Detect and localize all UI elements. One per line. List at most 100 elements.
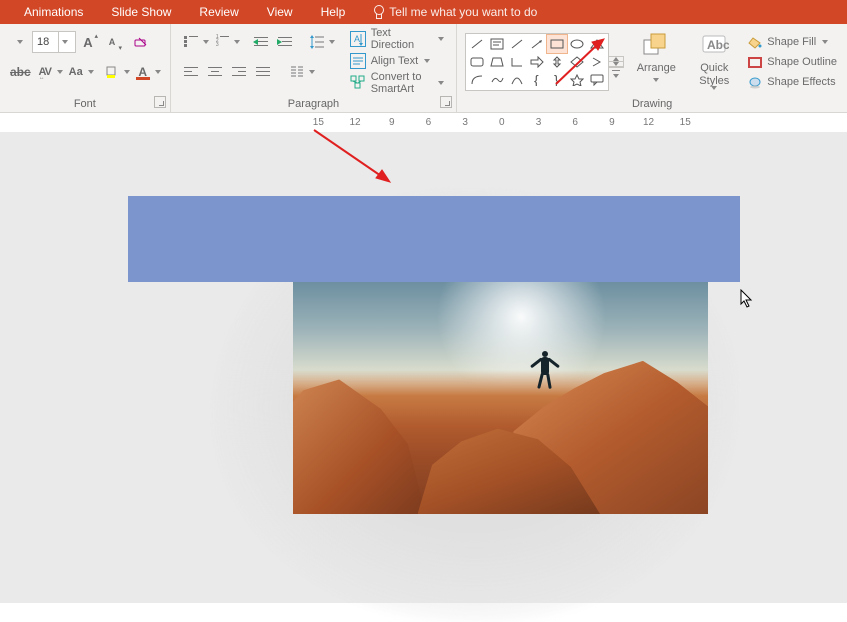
font-size-dropdown-icon[interactable] [62, 32, 69, 52]
shape-fill-button[interactable]: Shape Fill [746, 32, 839, 52]
align-text-dropdown[interactable] [423, 51, 430, 71]
quick-styles-icon: Abc [699, 30, 729, 60]
arrange-label: Arrange [637, 62, 676, 75]
character-spacing-button[interactable]: AV↔ [34, 61, 56, 83]
group-label-paragraph: Paragraph [171, 98, 457, 110]
increase-indent-button[interactable] [274, 31, 296, 53]
shape-outline-icon [748, 57, 762, 68]
mouse-cursor-icon [740, 289, 754, 309]
smartart-icon [350, 75, 366, 92]
shape-arrow-right[interactable] [527, 53, 547, 71]
slide-image[interactable] [293, 282, 708, 514]
ruler-tick: 3 [447, 113, 484, 133]
ribbon: 18 A▴ A▾ abc AV↔ Aa A Font 123 [0, 24, 847, 113]
shape-trapezoid[interactable] [487, 53, 507, 71]
numbering-dropdown[interactable] [234, 32, 241, 52]
columns-button[interactable] [286, 61, 308, 83]
bullets-button[interactable] [180, 31, 202, 53]
annotation-arrow-shape-gallery [550, 38, 610, 88]
shape-effects-label: Shape Effects [767, 76, 835, 88]
arrange-button[interactable]: Arrange [630, 28, 682, 96]
font-color-dropdown[interactable] [155, 62, 162, 82]
align-left-button[interactable] [180, 61, 202, 83]
smartart-dropdown[interactable] [438, 73, 444, 93]
change-case-button[interactable]: Aa [65, 61, 87, 83]
tell-me-search[interactable]: Tell me what you want to do [359, 5, 551, 19]
group-font: 18 A▴ A▾ abc AV↔ Aa A Font [0, 24, 171, 112]
shape-effects-button[interactable]: Shape Effects [746, 72, 839, 92]
bullets-icon [184, 36, 198, 48]
ruler-tick: 6 [410, 113, 447, 133]
shape-freeform[interactable] [487, 71, 507, 89]
shape-rounded-rect[interactable] [467, 53, 487, 71]
text-direction-button[interactable]: A Text Direction [346, 28, 449, 50]
align-center-icon [208, 66, 222, 78]
text-direction-icon: A [350, 31, 366, 47]
justify-button[interactable] [252, 61, 274, 83]
font-color-button[interactable]: A [132, 61, 154, 83]
decrease-indent-button[interactable] [250, 31, 272, 53]
quick-styles-button[interactable]: Abc Quick Styles [688, 28, 740, 96]
shapes-gallery-scrollbar[interactable] [609, 56, 624, 68]
change-case-dropdown[interactable] [88, 62, 95, 82]
arrange-dropdown[interactable] [653, 75, 660, 85]
group-paragraph: 123 [171, 24, 458, 112]
group-label-drawing: Drawing [457, 98, 847, 110]
align-center-button[interactable] [204, 61, 226, 83]
tab-review[interactable]: Review [185, 0, 252, 24]
shape-line[interactable] [467, 35, 487, 53]
clear-formatting-button[interactable] [130, 31, 152, 53]
ribbon-tabstrip: Animations Slide Show Review View Help T… [0, 0, 847, 24]
bullets-dropdown[interactable] [203, 32, 210, 52]
shape-line2[interactable] [507, 35, 527, 53]
tab-view[interactable]: View [253, 0, 307, 24]
increase-indent-icon [278, 36, 292, 48]
svg-text:A: A [354, 34, 360, 44]
shape-outline-button[interactable]: Shape Outline [746, 52, 839, 72]
strikethrough-button[interactable]: abc [9, 61, 32, 83]
ruler-tick: 6 [557, 113, 594, 133]
slide-canvas[interactable] [0, 132, 847, 603]
ruler-tick: 0 [483, 113, 520, 133]
convert-smartart-button[interactable]: Convert to SmartArt [346, 72, 449, 94]
columns-dropdown[interactable] [309, 62, 316, 82]
highlight-dropdown[interactable] [124, 62, 131, 82]
arrange-icon [641, 30, 671, 60]
paragraph-dialog-launcher[interactable] [440, 96, 452, 108]
shrink-font-button[interactable]: A▾ [101, 31, 123, 53]
align-text-button[interactable]: Align Text [346, 50, 449, 72]
font-size-input[interactable]: 18 [32, 31, 76, 53]
tab-slideshow[interactable]: Slide Show [97, 0, 185, 24]
align-text-icon [350, 53, 366, 69]
shape-brace-left[interactable]: { [527, 71, 547, 89]
numbering-button[interactable]: 123 [211, 31, 233, 53]
line-spacing-dropdown[interactable] [329, 32, 336, 52]
highlighter-icon [105, 65, 119, 79]
line-spacing-button[interactable] [306, 31, 328, 53]
shape-fill-dropdown[interactable] [821, 32, 828, 52]
tab-help[interactable]: Help [307, 0, 360, 24]
shape-l[interactable] [507, 53, 527, 71]
character-spacing-dropdown[interactable] [57, 62, 64, 82]
highlight-button[interactable] [101, 61, 123, 83]
numbering-icon: 123 [215, 36, 229, 48]
image-person-figure [530, 347, 560, 393]
smartart-label: Convert to SmartArt [371, 71, 434, 95]
text-direction-dropdown[interactable] [438, 29, 445, 49]
shape-connector[interactable] [467, 71, 487, 89]
align-right-icon [232, 66, 246, 78]
font-dialog-launcher[interactable] [154, 96, 166, 108]
shapes-gallery-down[interactable] [609, 62, 623, 67]
quick-styles-dropdown[interactable] [711, 90, 718, 98]
shape-curve[interactable] [507, 71, 527, 89]
horizontal-ruler[interactable]: 15 12 9 6 3 0 3 6 9 12 15 [0, 113, 847, 134]
shape-arrow-line[interactable] [527, 35, 547, 53]
tab-animations[interactable]: Animations [10, 0, 97, 24]
font-name-dropdown-edge[interactable] [9, 31, 31, 53]
grow-font-button[interactable]: A▴ [77, 31, 99, 53]
quick-styles-label1: Quick [700, 62, 728, 75]
align-right-button[interactable] [228, 61, 250, 83]
inserted-rectangle-shape[interactable] [128, 196, 740, 282]
ruler-tick: 15 [667, 113, 704, 133]
shape-textbox[interactable] [487, 35, 507, 53]
